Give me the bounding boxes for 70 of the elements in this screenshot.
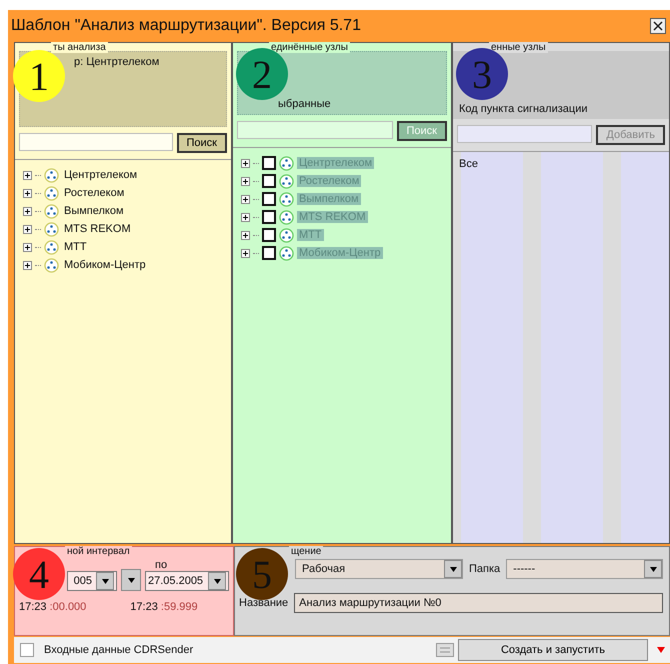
expand-icon[interactable] [241, 176, 250, 186]
caret-icon [450, 566, 456, 572]
expand-icon[interactable] [241, 212, 250, 222]
checkbox[interactable] [262, 156, 276, 170]
group-label: енные узлы [489, 42, 548, 53]
expand-icon[interactable] [23, 260, 32, 270]
tree-item[interactable]: Мобиком-Центр [62, 259, 148, 271]
tree-item[interactable]: Ростелеком [62, 187, 126, 199]
code-field[interactable] [457, 125, 592, 143]
network-icon [279, 156, 294, 170]
expand-icon[interactable] [241, 230, 250, 240]
dropdown-button[interactable] [121, 569, 141, 591]
folder-dropdown[interactable]: ------ [506, 559, 663, 579]
checkbox[interactable] [20, 643, 34, 657]
search-button[interactable]: Поиск [176, 133, 227, 153]
tree-item[interactable]: MTS REKOM [62, 223, 133, 235]
tree-item[interactable]: Центртелеком [62, 169, 140, 181]
checkbox[interactable] [262, 174, 276, 188]
expand-icon[interactable] [241, 158, 250, 168]
network-icon [44, 222, 59, 236]
expand-icon[interactable] [241, 194, 250, 204]
checkbox-label: Входные данные CDRSender [43, 644, 194, 656]
run-button[interactable]: Создать и запустить [458, 639, 648, 661]
code-label: Код пункта сигнализации [459, 103, 588, 115]
checkbox[interactable] [262, 210, 276, 224]
network-icon [279, 228, 294, 242]
tree-item[interactable]: Вымпелком [62, 205, 126, 217]
search-field[interactable] [237, 121, 393, 139]
filter-text: р: Центртелеком [74, 56, 160, 68]
network-icon [44, 240, 59, 254]
group-label: ной интервал [65, 546, 132, 557]
network-icon [279, 174, 294, 188]
window-title: Шаблон "Анализ маршрутизации". Версия 5.71 [11, 17, 361, 35]
network-icon [279, 210, 294, 224]
expand-icon[interactable] [23, 188, 32, 198]
caret-icon[interactable] [656, 646, 666, 654]
time-text: 17:23 :00.000 [19, 601, 86, 613]
network-icon [44, 204, 59, 218]
time-text: 17:23 :59.999 [130, 601, 198, 613]
network-icon [44, 168, 59, 182]
folder-label: Папка [469, 563, 500, 575]
network-icon [279, 246, 294, 260]
close-icon[interactable] [650, 18, 666, 34]
date-field[interactable]: 005 [67, 571, 117, 591]
expand-icon[interactable] [241, 248, 250, 258]
checkbox[interactable] [262, 228, 276, 242]
expand-icon[interactable] [23, 242, 32, 252]
caret-icon [128, 578, 134, 582]
name-label: Название [239, 597, 288, 609]
to-label: по [154, 559, 168, 571]
tree-item[interactable]: МТТ [62, 241, 89, 253]
network-icon [279, 192, 294, 206]
network-icon [44, 186, 59, 200]
caret-icon [102, 578, 108, 584]
list-item[interactable]: Все [459, 158, 663, 170]
search-field[interactable] [19, 133, 173, 151]
network-icon [44, 258, 59, 272]
expand-icon[interactable] [23, 170, 32, 180]
caption-text: ыбранные [278, 98, 331, 110]
caret-icon [214, 578, 220, 584]
name-field[interactable]: Анализ маршрутизации №0 [294, 593, 663, 613]
checkbox[interactable] [262, 246, 276, 260]
caret-icon [650, 566, 656, 572]
type-dropdown[interactable]: Рабочая [295, 559, 463, 579]
group-label: ты анализа [51, 42, 108, 53]
checkbox[interactable] [262, 192, 276, 206]
expand-icon[interactable] [23, 206, 32, 216]
expand-icon[interactable] [23, 224, 32, 234]
date-field[interactable]: 27.05.2005 [145, 571, 229, 591]
group-label: щение [289, 546, 324, 557]
